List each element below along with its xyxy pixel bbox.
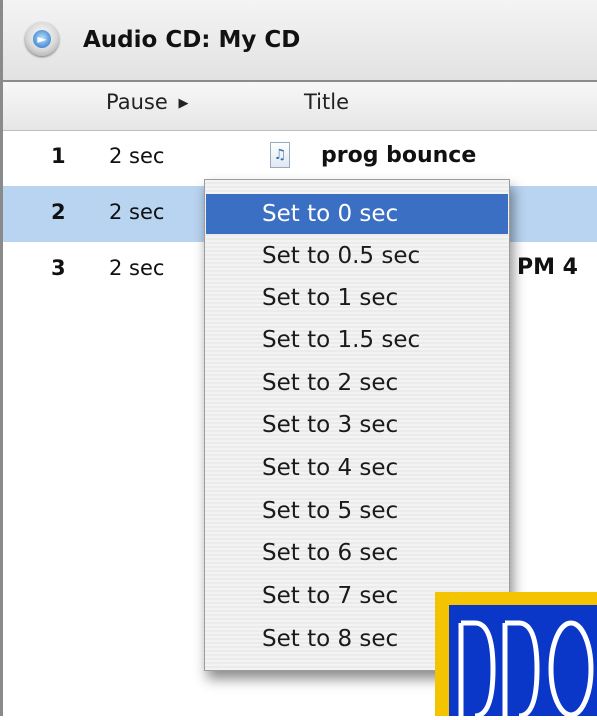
menu-item-label: Set to 4 sec	[262, 455, 399, 481]
window-header: ► Audio CD: My CD	[3, 0, 597, 82]
track-number: 1	[51, 144, 66, 168]
track-number: 3	[51, 256, 66, 280]
column-header-pause-label: Pause	[106, 90, 168, 114]
menu-item-set-2-sec[interactable]: Set to 2 sec	[206, 363, 508, 403]
menu-item-label: Set to 0.5 sec	[262, 243, 421, 269]
menu-item-set-6-sec[interactable]: Set to 6 sec	[206, 533, 508, 573]
menu-item-label: Set to 6 sec	[262, 540, 399, 566]
ddo-logo-mark	[458, 620, 594, 719]
menu-item-set-5-sec[interactable]: Set to 5 sec	[206, 491, 508, 531]
column-header-title[interactable]: Title	[304, 90, 349, 114]
track-row-1[interactable]: 1 2 sec ♫ prog bounce	[3, 130, 597, 186]
menu-item-set-1-5-sec[interactable]: Set to 1.5 sec	[206, 320, 508, 360]
menu-item-label: Set to 1.5 sec	[262, 327, 421, 353]
column-header-pause[interactable]: Pause ▶	[106, 90, 188, 114]
track-pause[interactable]: 2 sec	[109, 200, 164, 224]
menu-item-label: Set to 0 sec	[262, 201, 399, 227]
track-pause[interactable]: 2 sec	[109, 256, 164, 280]
track-pause[interactable]: 2 sec	[109, 144, 164, 168]
menu-item-set-3-sec[interactable]: Set to 3 sec	[206, 405, 508, 445]
menu-item-set-0-sec[interactable]: Set to 0 sec	[206, 194, 508, 234]
menu-item-set-4-sec[interactable]: Set to 4 sec	[206, 448, 508, 488]
menu-item-label: Set to 8 sec	[262, 626, 399, 652]
window-title: Audio CD: My CD	[83, 27, 301, 53]
audio-cd-icon[interactable]: ►	[25, 22, 59, 56]
disclosure-triangle-icon: ▶	[178, 96, 189, 111]
ddo-logo-panel	[449, 605, 597, 719]
menu-item-set-1-sec[interactable]: Set to 1 sec	[206, 278, 508, 318]
menu-item-set-0-5-sec[interactable]: Set to 0.5 sec	[206, 236, 508, 276]
audio-file-icon: ♫	[270, 142, 290, 168]
menu-item-label: Set to 5 sec	[262, 498, 399, 524]
menu-item-label: Set to 7 sec	[262, 583, 399, 609]
menu-item-label: Set to 1 sec	[262, 285, 399, 311]
ddo-logo	[435, 592, 597, 719]
menu-item-label: Set to 2 sec	[262, 370, 399, 396]
track-title[interactable]: prog bounce	[321, 143, 476, 168]
column-header-row	[3, 82, 597, 131]
track-title[interactable]: PM 4	[517, 255, 578, 280]
track-number: 2	[51, 200, 66, 224]
menu-item-label: Set to 3 sec	[262, 412, 399, 438]
